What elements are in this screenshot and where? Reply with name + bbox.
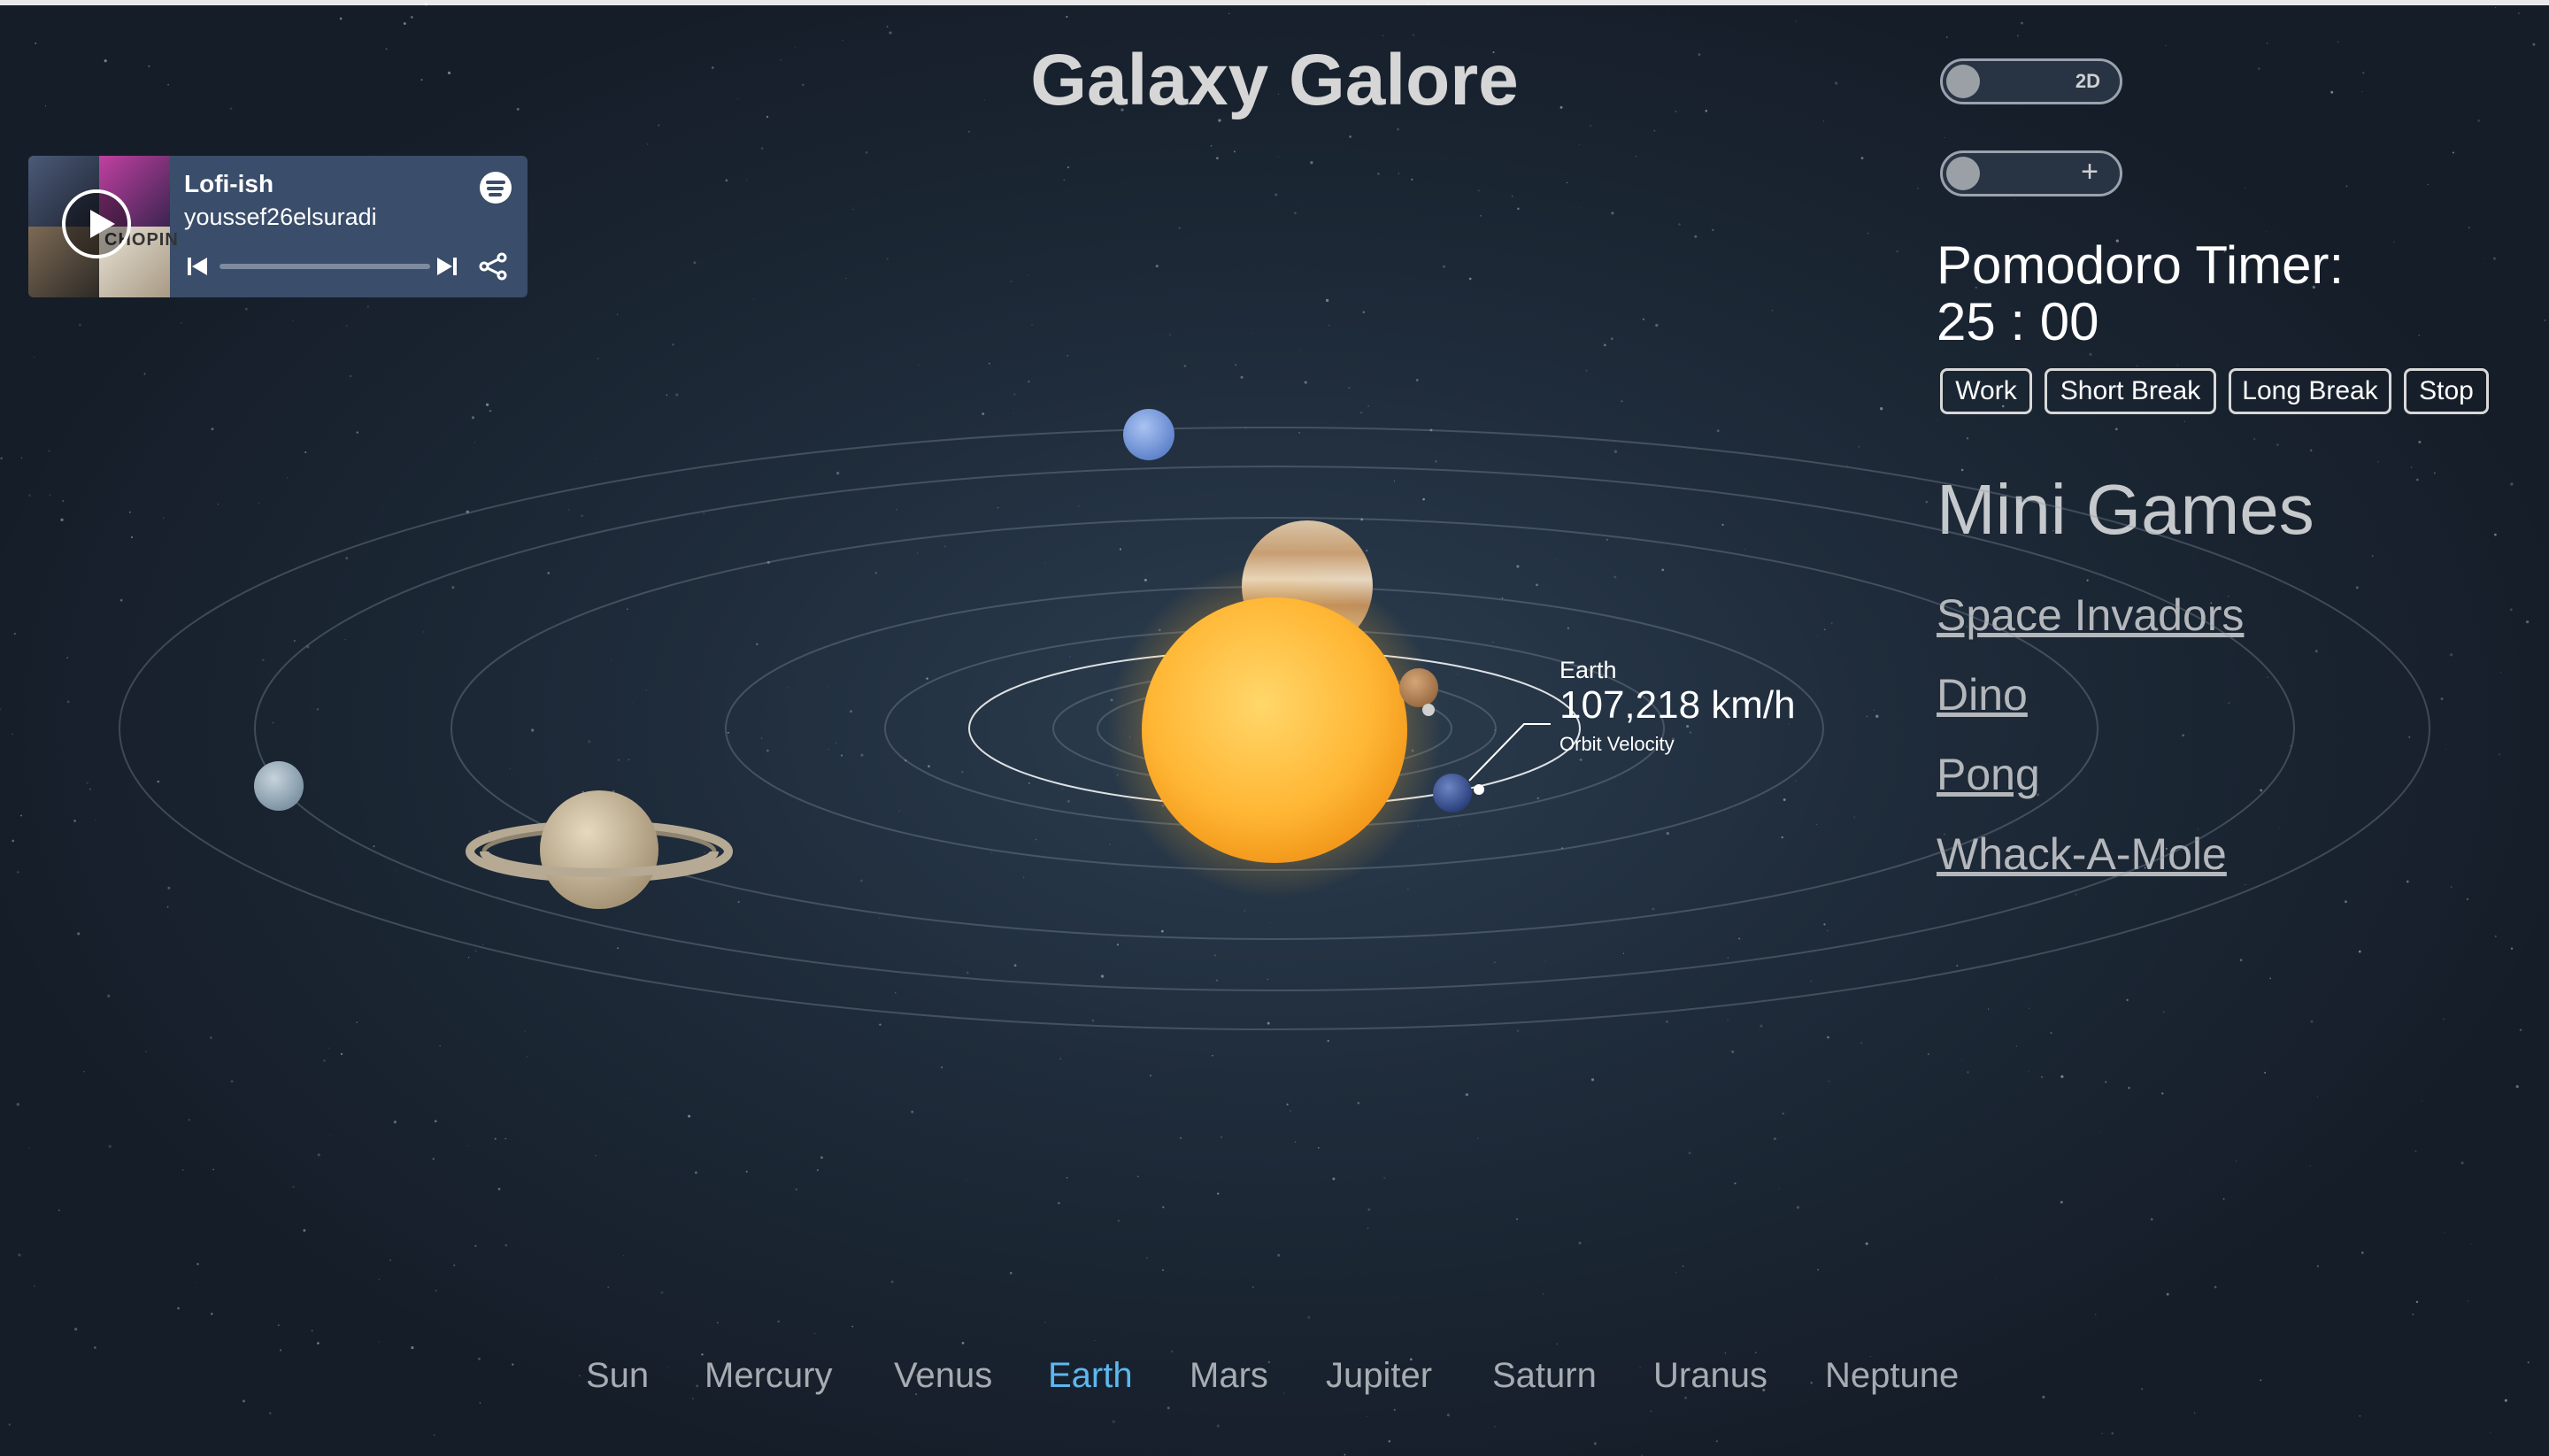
mars-planet[interactable] (1399, 668, 1438, 707)
sun[interactable] (1142, 597, 1407, 863)
planet-info-caption: Orbit Velocity (1559, 733, 1675, 755)
nav-neptune[interactable]: Neptune (1825, 1356, 1959, 1396)
nav-mars[interactable]: Mars (1190, 1356, 1268, 1396)
nav-mercury[interactable]: Mercury (705, 1356, 832, 1396)
nav-earth[interactable]: Earth (1048, 1356, 1133, 1396)
nav-saturn[interactable]: Saturn (1492, 1356, 1597, 1396)
nav-venus[interactable]: Venus (894, 1356, 992, 1396)
nav-sun[interactable]: Sun (586, 1356, 649, 1396)
planet-info-name: Earth (1559, 657, 1617, 683)
planet-info-value: 107,218 km/h (1559, 683, 1796, 727)
earth-callout-line (1468, 723, 1551, 782)
neptune-planet[interactable] (1123, 409, 1174, 460)
nav-jupiter[interactable]: Jupiter (1326, 1356, 1432, 1396)
moon (1422, 704, 1435, 716)
nav-uranus[interactable]: Uranus (1653, 1356, 1767, 1396)
earth-marker-dot (1474, 784, 1484, 795)
saturn-planet[interactable] (466, 790, 733, 909)
earth-planet[interactable] (1433, 774, 1472, 813)
solar-system-view[interactable] (0, 0, 2549, 1456)
uranus-planet[interactable] (254, 761, 304, 811)
